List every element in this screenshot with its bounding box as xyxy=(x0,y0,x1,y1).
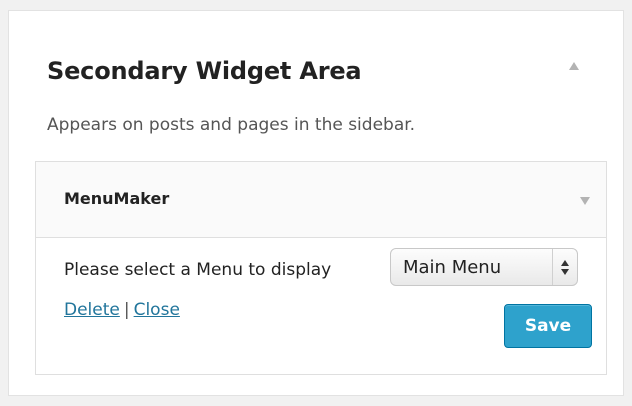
widget-area-description: Appears on posts and pages in the sideba… xyxy=(47,115,416,135)
menu-select-dropdown[interactable]: Main Menu xyxy=(390,248,578,286)
widget-control-links: Delete | Close xyxy=(64,300,180,320)
widget-title: MenuMaker xyxy=(64,189,170,208)
widget-body: Please select a Menu to display Main Men… xyxy=(36,238,606,374)
close-link[interactable]: Close xyxy=(134,300,180,320)
delete-link[interactable]: Delete xyxy=(64,300,120,320)
link-separator: | xyxy=(123,300,130,320)
menumaker-widget: MenuMaker Please select a Menu to displa… xyxy=(35,161,607,375)
widget-toggle-arrow-icon[interactable] xyxy=(580,197,590,205)
collapse-arrow-icon[interactable] xyxy=(569,62,579,70)
menu-select-value: Main Menu xyxy=(403,256,502,278)
save-button[interactable]: Save xyxy=(504,304,592,348)
widget-header[interactable]: MenuMaker xyxy=(36,162,606,238)
widget-area-title: Secondary Widget Area xyxy=(47,57,362,85)
select-arrows-icon xyxy=(552,249,577,285)
menu-select-label: Please select a Menu to display xyxy=(64,260,332,280)
widget-area-panel: Secondary Widget Area Appears on posts a… xyxy=(8,10,624,396)
